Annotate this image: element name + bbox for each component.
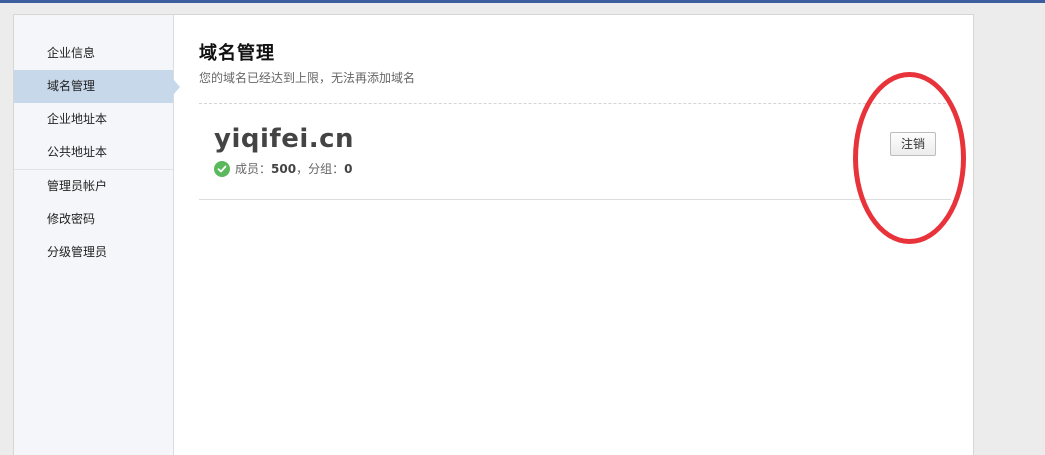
sidebar-item-change-password[interactable]: 修改密码 [14, 203, 173, 236]
groups-label: 分组： [308, 162, 345, 176]
domain-row: yiqifei.cn 成员： 500 ， 分组： 0 注销 [199, 104, 951, 200]
sidebar-nav: 企业信息 域名管理 企业地址本 公共地址本 管理员帐户 修改密码 分级管理员 [14, 15, 180, 269]
settings-panel: 企业信息 域名管理 企业地址本 公共地址本 管理员帐户 修改密码 分级管理员 域… [13, 14, 974, 455]
members-count: 500 [271, 161, 297, 176]
page-title: 域名管理 [199, 43, 275, 64]
check-circle-icon [214, 160, 230, 177]
domain-name: yiqifei.cn [214, 124, 355, 154]
page-subtitle: 您的域名已经达到上限，无法再添加域名 [199, 71, 416, 85]
sidebar-item-domain-management[interactable]: 域名管理 [14, 70, 180, 103]
sidebar-item-sub-admins[interactable]: 分级管理员 [14, 236, 173, 269]
top-bar [0, 0, 1045, 3]
stats-separator: ， [296, 162, 309, 176]
members-label: 成员： [235, 162, 272, 176]
domain-stats: 成员： 500 ， 分组： 0 [214, 160, 352, 177]
red-circle-annotation [853, 72, 966, 244]
main-content: 域名管理 您的域名已经达到上限，无法再添加域名 yiqifei.cn 成员： 5… [199, 39, 951, 200]
sidebar-item-public-address-book[interactable]: 公共地址本 [14, 136, 173, 169]
sidebar-item-company-info[interactable]: 企业信息 [14, 37, 173, 70]
sidebar-item-company-address-book[interactable]: 企业地址本 [14, 103, 173, 136]
groups-count: 0 [344, 161, 353, 176]
sidebar-item-admin-account[interactable]: 管理员帐户 [14, 170, 173, 203]
sidebar: 企业信息 域名管理 企业地址本 公共地址本 管理员帐户 修改密码 分级管理员 [14, 15, 180, 455]
